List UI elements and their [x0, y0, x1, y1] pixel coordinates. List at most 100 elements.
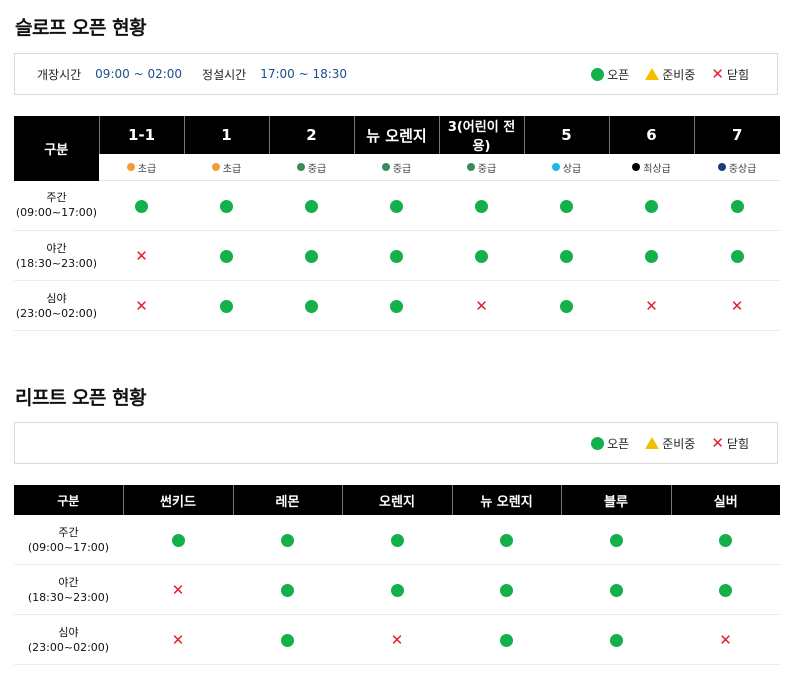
status-cell [184, 280, 269, 331]
slope-level-cell: 중급 [439, 154, 524, 181]
slope-column-header: 7 [693, 116, 780, 154]
row-label: 심야 (23:00~02:00) [14, 280, 99, 331]
green-circle-icon [305, 250, 318, 263]
status-cell [439, 230, 524, 281]
difficulty-label: 중급 [392, 163, 412, 175]
row-label: 야간 (18:30~23:00) [14, 230, 99, 281]
status-cell: ✕ [123, 614, 233, 665]
lift-column-header: 오렌지 [341, 485, 452, 515]
row-label: 심야 (23:00~02:00) [14, 614, 123, 665]
difficulty-label: 중급 [477, 163, 497, 175]
slope-info-box: 개장시간 09:00 ~ 02:00 정설시간 17:00 ~ 18:30 오픈… [14, 53, 778, 95]
green-circle-icon [281, 634, 294, 647]
green-circle-icon [730, 250, 744, 263]
session-time: (09:00~17:00) [15, 206, 98, 220]
green-circle-icon [305, 300, 318, 313]
operating-hours: 개장시간 09:00 ~ 02:00 정설시간 17:00 ~ 18:30 [15, 66, 367, 83]
green-circle-icon [390, 200, 403, 213]
status-cell [123, 515, 233, 565]
table-row: 주간 (09:00~17:00) [14, 515, 780, 565]
session-name: 심야 [46, 291, 67, 305]
lift-column-header: 레몬 [232, 485, 342, 515]
difficulty-label: 중상급 [728, 163, 757, 175]
status-cell [452, 614, 561, 665]
lift-info-box: 오픈 준비중 ✕ 닫힘 [14, 422, 778, 464]
slope-status-table: 구분 1-1 1 2 뉴 오렌지 3(어린이 전용) 5 6 7 초급 초급 중급 중… [14, 116, 780, 331]
difficulty-dot-icon [381, 163, 390, 171]
legend-closed-label: 닫힘 [726, 67, 749, 82]
session-name: 주간 [58, 525, 79, 539]
status-cell [694, 230, 780, 281]
yellow-triangle-icon [645, 68, 660, 80]
status-cell [452, 515, 561, 565]
slope-level-cell: 최상급 [609, 154, 694, 181]
lift-header-gubun: 구분 [14, 485, 123, 515]
green-circle-icon [171, 534, 185, 547]
green-circle-icon [609, 634, 623, 647]
red-x-icon: ✕ [711, 64, 724, 83]
row-label: 주간 (09:00~17:00) [14, 180, 99, 231]
red-x-icon: ✕ [171, 581, 185, 599]
legend-open-label: 오픈 [607, 67, 630, 82]
slope-column-header: 5 [523, 116, 609, 154]
green-circle-icon [719, 584, 732, 597]
table-row: 야간 (18:30~23:00) ✕ [14, 564, 780, 615]
green-circle-icon [475, 250, 488, 263]
green-circle-icon [560, 200, 573, 213]
green-circle-icon [305, 200, 318, 213]
status-cell [354, 180, 439, 231]
difficulty-level: 중상급 [717, 160, 757, 175]
difficulty-label: 초급 [222, 163, 242, 175]
status-cell: ✕ [123, 564, 233, 615]
status-cell [99, 180, 184, 231]
green-circle-icon [281, 584, 294, 597]
legend-closed: ✕ 닫힘 [711, 66, 749, 83]
red-x-icon: ✕ [645, 297, 658, 315]
legend-open-label: 오픈 [607, 436, 630, 451]
legend-closed-label: 닫힘 [726, 436, 749, 451]
status-cell [561, 564, 671, 615]
red-x-icon: ✕ [730, 297, 744, 315]
difficulty-level: 상급 [551, 160, 581, 175]
slope-level-cell: 초급 [99, 154, 184, 181]
legend-ready-label: 준비중 [662, 67, 696, 82]
green-circle-icon [220, 200, 233, 213]
status-cell [269, 280, 354, 331]
green-circle-icon [390, 584, 404, 597]
session-name: 야간 [58, 575, 79, 589]
table-row: 야간 (18:30~23:00) ✕ [14, 230, 780, 281]
red-x-icon: ✕ [390, 631, 404, 649]
difficulty-dot-icon [126, 163, 135, 171]
status-cell [609, 230, 694, 281]
status-cell [671, 564, 780, 615]
slope-level-cell: 중상급 [694, 154, 780, 181]
red-x-icon: ✕ [719, 631, 732, 649]
slope-section-title: 슬로프 오픈 현황 [15, 17, 147, 39]
status-cell: ✕ [99, 280, 184, 331]
status-cell [184, 230, 269, 281]
slope-column-header: 2 [268, 116, 354, 154]
slope-level-cell: 상급 [524, 154, 609, 181]
green-circle-icon [475, 200, 488, 213]
session-time: (09:00~17:00) [27, 540, 110, 554]
difficulty-dot-icon [466, 163, 475, 171]
slope-column-header: 3(어린이 전용) [438, 116, 524, 154]
difficulty-level: 초급 [126, 160, 156, 175]
status-cell: ✕ [609, 280, 694, 331]
slope-column-header: 6 [608, 116, 694, 154]
status-cell [269, 230, 354, 281]
status-cell [561, 614, 671, 665]
green-circle-icon [220, 250, 233, 263]
difficulty-label: 중급 [307, 163, 327, 175]
slope-level-cell: 중급 [354, 154, 439, 181]
table-row: 주간 (09:00~17:00) [14, 180, 780, 231]
status-cell: ✕ [99, 230, 184, 281]
lift-column-header: 실버 [670, 485, 780, 515]
difficulty-level: 초급 [211, 160, 242, 175]
green-circle-icon [560, 300, 573, 313]
slope-header-gubun: 구분 [14, 116, 99, 181]
red-x-icon: ✕ [711, 433, 724, 452]
status-cell [694, 180, 780, 231]
status-cell [233, 564, 342, 615]
session-name: 야간 [46, 241, 67, 255]
